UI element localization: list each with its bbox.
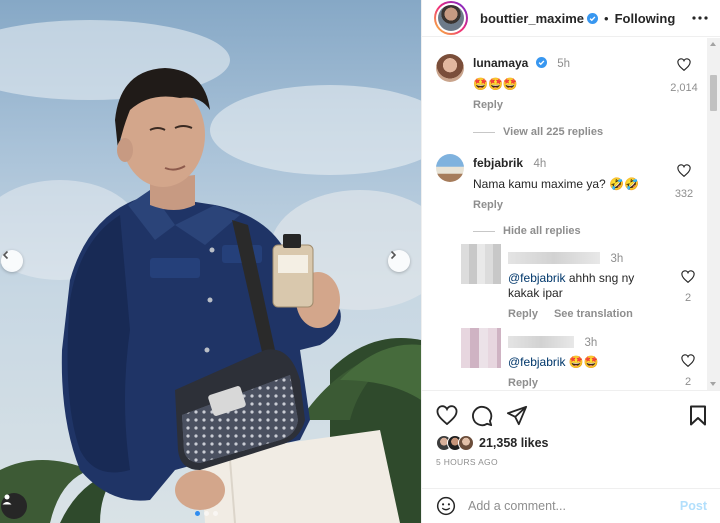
hide-replies-label: Hide all replies — [503, 225, 581, 237]
commenter-avatar[interactable] — [436, 154, 464, 182]
carousel-dots — [195, 511, 218, 516]
post-side-panel: bouttier_maxime • Following lunamaya 5h … — [421, 0, 720, 523]
post-photo[interactable] — [0, 0, 421, 523]
see-translation-button[interactable]: See translation — [554, 308, 633, 320]
carousel-dot — [204, 511, 209, 516]
reply-text: @febjabrik ahhh sng ny kakak ipar — [508, 271, 658, 301]
reply-button[interactable]: Reply — [473, 99, 503, 111]
blurred-avatar — [461, 328, 501, 368]
blurred-username — [508, 251, 600, 264]
comments-list[interactable]: lunamaya 5h 🤩🤩🤩 Reply 2,014 View all 225 — [422, 38, 708, 390]
comment-like-count: 2 — [684, 292, 692, 304]
comment-like-count: 332 — [674, 188, 694, 200]
reply-time: 3h — [610, 253, 624, 265]
share-icon[interactable] — [506, 405, 528, 426]
comment-icon[interactable] — [471, 405, 493, 427]
comments-scrollbar[interactable] — [707, 38, 720, 390]
carousel-dot — [213, 511, 218, 516]
header-separator: • — [604, 10, 609, 26]
scroll-thumb[interactable] — [710, 75, 717, 111]
reply-button[interactable]: Reply — [508, 308, 538, 320]
carousel-prev-button[interactable] — [1, 250, 23, 272]
following-button[interactable]: Following — [615, 11, 676, 26]
verified-badge-icon — [587, 12, 599, 24]
mention-link[interactable]: @febjabrik — [508, 271, 566, 285]
comment-like-count: 2,014 — [670, 82, 698, 94]
mention-link[interactable]: @febjabrik — [508, 355, 566, 369]
view-replies-label: View all 225 replies — [503, 126, 604, 138]
liked-by[interactable]: 21,358 likes — [436, 435, 549, 451]
commenter-username[interactable]: lunamaya — [473, 56, 528, 70]
user-tag-icon — [2, 494, 12, 505]
carousel-next-button[interactable] — [388, 250, 410, 272]
comment-time: 5h — [557, 58, 571, 70]
scroll-down-arrow[interactable] — [710, 382, 716, 386]
liker-avatar — [458, 435, 474, 451]
comment-input[interactable] — [468, 499, 668, 513]
post-time: 5 HOURS AGO — [436, 457, 498, 467]
commenter-username[interactable]: febjabrik — [473, 156, 523, 170]
emoji-icon[interactable] — [436, 496, 456, 516]
chevron-right-icon — [390, 250, 397, 260]
view-replies-button[interactable]: View all 225 replies — [473, 126, 603, 138]
comment-heart-icon[interactable] — [681, 354, 695, 368]
post-button[interactable]: Post — [680, 499, 707, 513]
commenter-avatar[interactable] — [436, 54, 464, 82]
reply-button[interactable]: Reply — [508, 377, 538, 389]
photo-illustration — [0, 20, 421, 523]
post-actions: 21,358 likes 5 HOURS AGO — [422, 390, 720, 487]
chevron-left-icon — [2, 250, 9, 260]
comment-heart-icon[interactable] — [677, 58, 691, 72]
tagged-users-button[interactable] — [1, 493, 27, 519]
comment-text: Nama kamu maxime ya? 🤣🤣 — [473, 177, 639, 191]
comment-time: 4h — [533, 158, 547, 170]
scroll-up-arrow[interactable] — [710, 42, 716, 46]
comment-heart-icon[interactable] — [681, 270, 695, 284]
post-header: bouttier_maxime • Following — [422, 0, 720, 37]
comment-heart-icon[interactable] — [677, 164, 691, 178]
reply-button[interactable]: Reply — [473, 199, 503, 211]
likes-count[interactable]: 21,358 likes — [479, 436, 549, 450]
comment-text: 🤩🤩🤩 — [473, 77, 518, 91]
verified-badge-icon — [535, 57, 547, 68]
hide-replies-button[interactable]: Hide all replies — [473, 225, 581, 237]
carousel-dot — [195, 511, 200, 516]
blurred-username — [508, 335, 574, 348]
author-avatar[interactable] — [434, 1, 468, 35]
reply-time: 3h — [584, 337, 598, 349]
reply-text: @febjabrik 🤩🤩 — [508, 355, 658, 370]
blurred-avatar — [461, 244, 501, 284]
comment-composer: Post — [422, 488, 720, 523]
comment-like-count: 2 — [684, 376, 692, 388]
reply-message: 🤩🤩 — [565, 355, 599, 369]
bookmark-icon[interactable] — [689, 405, 707, 426]
author-username[interactable]: bouttier_maxime — [480, 11, 584, 26]
heart-icon[interactable] — [436, 405, 458, 425]
more-icon[interactable] — [692, 16, 708, 20]
